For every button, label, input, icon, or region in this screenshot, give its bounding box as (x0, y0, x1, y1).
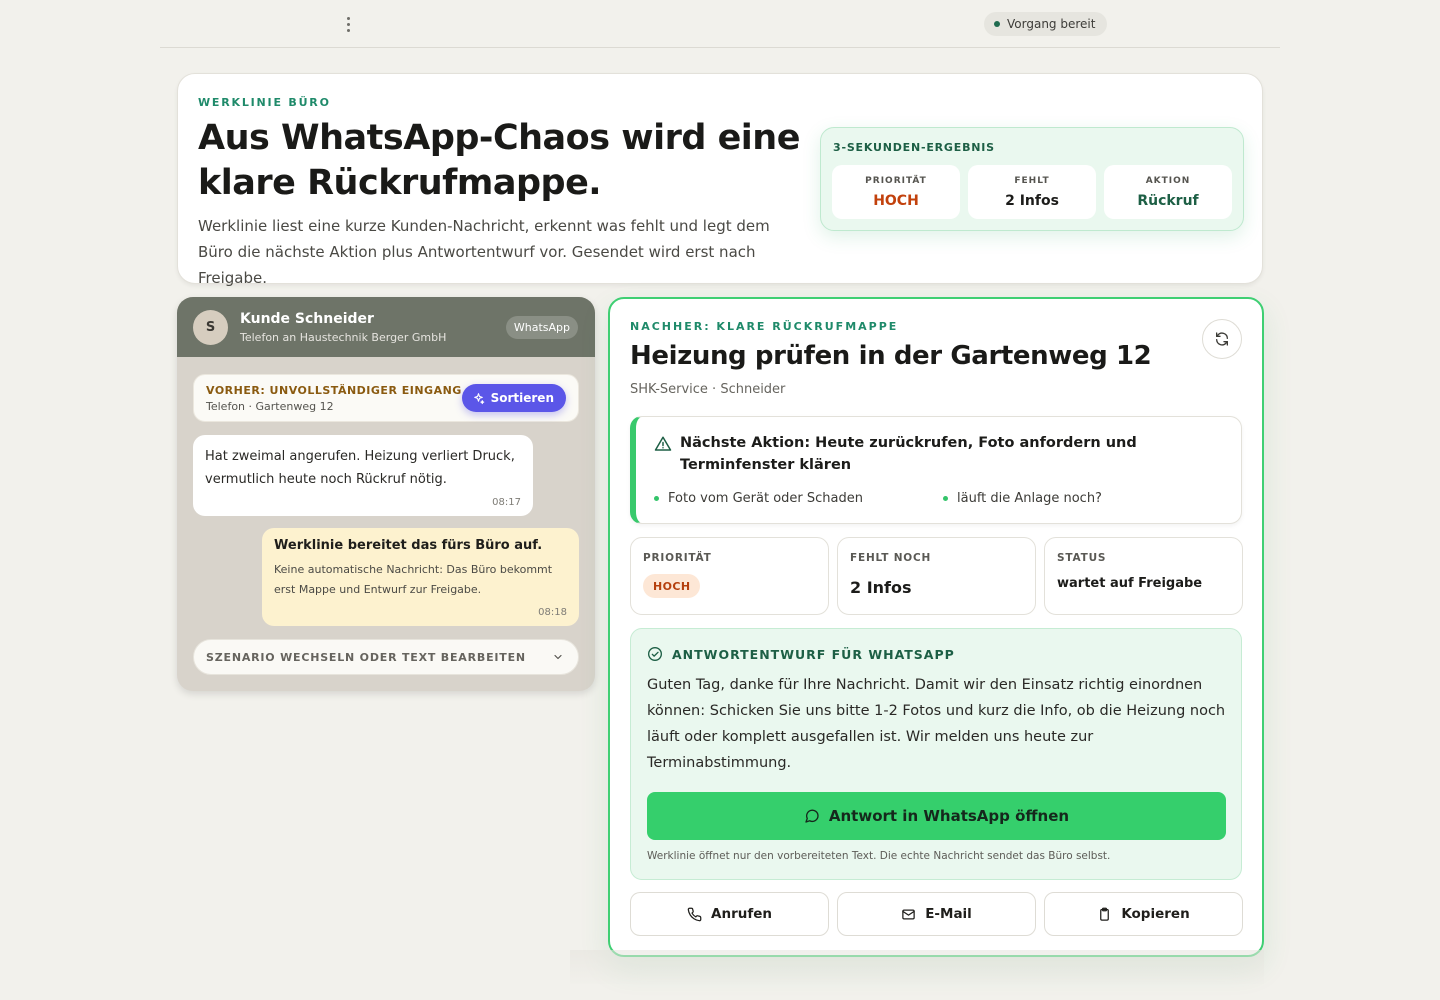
open-whatsapp-button[interactable]: Antwort in WhatsApp öffnen (647, 792, 1226, 840)
mappe-title: Heizung prüfen in der Gartenweg 12 (630, 341, 1152, 371)
stat-priority: PRIORITÄT HOCH (630, 537, 829, 615)
stat-value: 2 Infos (850, 578, 912, 597)
priority-badge: HOCH (643, 574, 701, 598)
status-text: Vorgang bereit (1007, 17, 1096, 31)
chevron-down-icon (554, 654, 562, 660)
clipboard-icon (1100, 907, 1110, 921)
before-label: VORHER: UNVOLLSTÄNDIGER EINGANG (206, 384, 462, 397)
missing-info-text: Foto vom Gerät oder Schaden (668, 491, 863, 506)
copy-label: Kopieren (1121, 906, 1190, 922)
mappe-subtitle: SHK-Service · Schneider (630, 382, 786, 397)
tile-label: FEHLT (1014, 175, 1050, 186)
result-tile-action: AKTION Rückruf (1104, 165, 1232, 219)
missing-info-item: läuft die Anlage noch? (943, 491, 1102, 506)
stat-label: FEHLT NOCH (850, 552, 932, 564)
missing-info-item: Foto vom Gerät oder Schaden (654, 491, 863, 506)
outgoing-title: Werklinie bereitet das fürs Büro auf. (274, 538, 543, 553)
next-action-text: Nächste Aktion: Heute zurückrufen, Foto … (680, 435, 1137, 473)
stat-label: PRIORITÄT (643, 552, 712, 564)
top-bar: Vorgang bereit (160, 0, 1280, 48)
chat-bubble-icon (805, 809, 819, 823)
tile-value: HOCH (873, 192, 919, 209)
before-subtitle: Telefon · Gartenweg 12 (206, 400, 334, 413)
callback-folder-panel: NACHHER: KLARE RÜCKRUFMAPPE Heizung prüf… (608, 297, 1264, 957)
tile-label: AKTION (1145, 175, 1191, 186)
open-whatsapp-label: Antwort in WhatsApp öffnen (828, 807, 1070, 825)
stat-status: STATUS wartet auf Freigabe (1044, 537, 1243, 615)
result-tile-priority: PRIORITÄT HOCH (832, 165, 960, 219)
mail-icon (902, 909, 915, 919)
hero-eyebrow: WERKLINIE BÜRO (198, 96, 331, 109)
mappe-eyebrow: NACHHER: KLARE RÜCKRUFMAPPE (630, 320, 899, 333)
hero-text: Werklinie liest eine kurze Kunden-Nachri… (198, 217, 770, 287)
bullet-icon (943, 496, 948, 501)
bullet-icon (654, 496, 659, 501)
chat-header: S Kunde Schneider Telefon an Haustechnik… (177, 297, 595, 357)
stats-row: PRIORITÄT HOCH FEHLT NOCH 2 Infos STATUS… (630, 537, 1243, 615)
stat-missing: FEHLT NOCH 2 Infos (837, 537, 1036, 615)
result-title: 3-SEKUNDEN-ERGEBNIS (833, 141, 995, 154)
result-summary: 3-SEKUNDEN-ERGEBNIS PRIORITÄT HOCH FEHLT… (820, 127, 1244, 231)
draft-note: Werklinie öffnet nur den vorbereiteten T… (647, 850, 1111, 862)
missing-info-text: läuft die Anlage noch? (957, 491, 1102, 506)
status-pill: Vorgang bereit (984, 12, 1108, 36)
refresh-button[interactable] (1202, 319, 1242, 359)
message-time: 08:18 (538, 607, 567, 618)
hero-title: Aus WhatsApp-Chaos wird eine klare Rückr… (198, 118, 800, 203)
contact-subtitle: Telefon an Haustechnik Berger GmbH (240, 331, 447, 344)
sparkle-icon (473, 392, 484, 404)
draft-title: ANTWORTENTWURF FÜR WHATSAPP (672, 646, 955, 662)
incoming-message: Hat zweimal angerufen. Heizung verliert … (193, 435, 533, 516)
channel-badge: WhatsApp (505, 316, 578, 339)
stat-value: wartet auf Freigabe (1057, 576, 1203, 591)
warning-icon (654, 436, 672, 451)
scenario-toggle[interactable]: SZENARIO WECHSELN ODER TEXT BEARBEITEN (193, 639, 579, 675)
outgoing-message: Werklinie bereitet das fürs Büro auf. Ke… (262, 528, 579, 626)
outgoing-text: Keine automatische Nachricht: Das Büro b… (274, 563, 553, 596)
call-button[interactable]: Anrufen (630, 892, 829, 936)
sort-label: Sortieren (490, 391, 554, 405)
scenario-label: SZENARIO WECHSELN ODER TEXT BEARBEITEN (206, 650, 526, 664)
next-action-card: Nächste Aktion: Heute zurückrufen, Foto … (630, 416, 1242, 524)
action-buttons: Anrufen E-Mail Kopieren (630, 892, 1243, 936)
message-time: 08:17 (492, 497, 521, 508)
refresh-icon (1216, 332, 1228, 346)
call-label: Anrufen (711, 906, 772, 922)
sort-button[interactable]: Sortieren (461, 384, 566, 412)
panel-shadow (570, 950, 1264, 984)
incoming-text: Hat zweimal angerufen. Heizung verliert … (205, 449, 515, 487)
copy-button[interactable]: Kopieren (1044, 892, 1243, 936)
tile-value: Rückruf (1137, 192, 1199, 209)
result-tile-missing: FEHLT 2 Infos (968, 165, 1096, 219)
avatar: S (193, 310, 228, 345)
phone-icon (687, 907, 702, 921)
check-circle-icon (648, 647, 662, 661)
tile-label: PRIORITÄT (865, 175, 927, 186)
draft-text: Guten Tag, danke für Ihre Nachricht. Dam… (647, 677, 1226, 771)
stat-label: STATUS (1057, 552, 1107, 564)
hero-card: WERKLINIE BÜRO Aus WhatsApp-Chaos wird e… (177, 73, 1263, 287)
chat-panel: S Kunde Schneider Telefon an Haustechnik… (177, 297, 595, 691)
reply-draft-card: ANTWORTENTWURF FÜR WHATSAPP Guten Tag, d… (630, 628, 1242, 880)
email-button[interactable]: E-Mail (837, 892, 1036, 936)
contact-name: Kunde Schneider (240, 311, 374, 327)
email-label: E-Mail (925, 906, 972, 922)
more-options-icon[interactable] (343, 12, 353, 36)
before-banner: VORHER: UNVOLLSTÄNDIGER EINGANG Telefon … (193, 374, 579, 422)
status-dot-icon (994, 21, 1000, 27)
tile-value: 2 Infos (1005, 192, 1059, 209)
